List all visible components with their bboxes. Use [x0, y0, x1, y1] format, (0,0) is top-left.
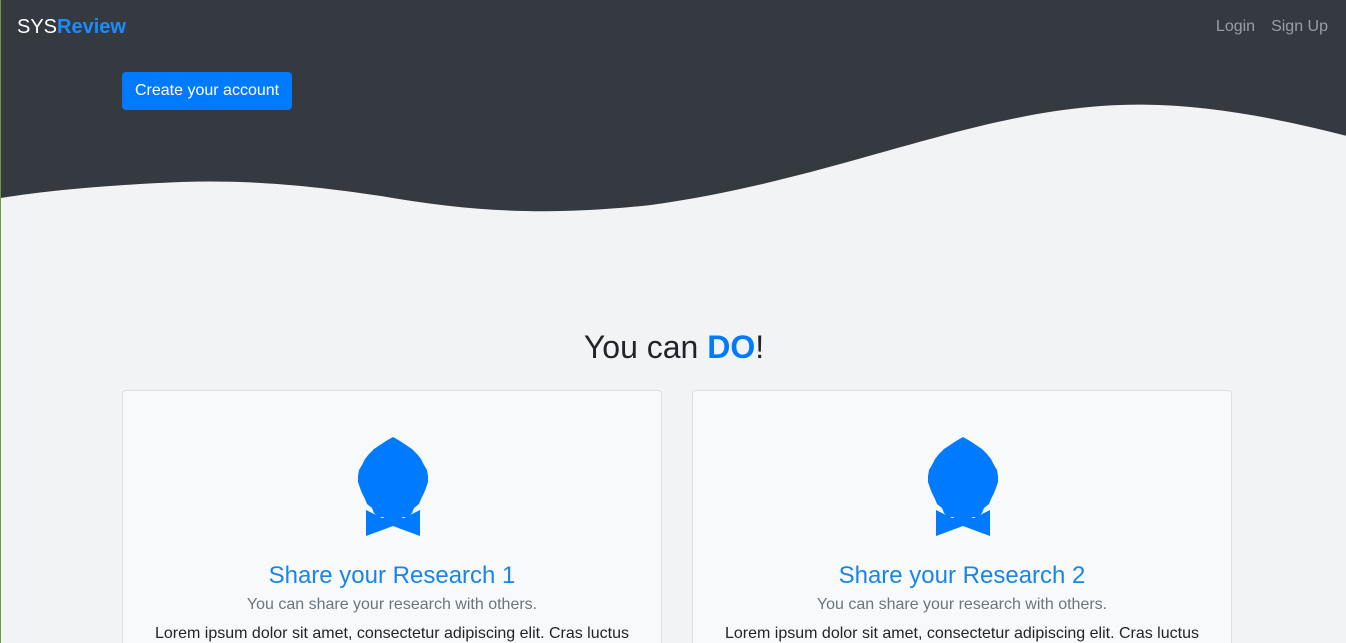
award-icon: [928, 437, 998, 536]
card-text: Lorem ipsum dolor sit amet, consectetur …: [725, 625, 1199, 642]
brand-accent: Review: [57, 16, 126, 38]
navbar: SYSReview Login Sign Up: [1, 0, 1346, 54]
section-title-prefix: You can: [583, 329, 708, 365]
create-account-button[interactable]: Create your account: [122, 72, 293, 110]
brand-logo[interactable]: SYSReview: [17, 15, 126, 39]
card-subtitle: You can share your research with others.: [816, 596, 1108, 613]
nav-links: Login Sign Up: [1216, 16, 1328, 38]
section-title: You can DO!: [1, 327, 1346, 367]
feature-card: Share your Research 1 You can share your…: [122, 390, 662, 643]
card-title[interactable]: Share your Research 1: [123, 561, 661, 591]
feature-card: Share your Research 2 You can share your…: [692, 390, 1232, 643]
brand-prefix: SYS: [17, 16, 58, 38]
card-subtitle: You can share your research with others.: [246, 596, 538, 613]
section-title-suffix: !: [755, 329, 765, 365]
card-text: Lorem ipsum dolor sit amet, consectetur …: [155, 625, 629, 642]
nav-link-sign-up[interactable]: Sign Up: [1271, 16, 1328, 38]
award-icon: [358, 437, 428, 536]
landing-page: SYSReview Login Sign Up Create your acco…: [0, 0, 1346, 643]
card-title[interactable]: Share your Research 2: [693, 561, 1231, 591]
section-title-accent: DO: [707, 329, 756, 365]
nav-link-login[interactable]: Login: [1216, 16, 1255, 38]
